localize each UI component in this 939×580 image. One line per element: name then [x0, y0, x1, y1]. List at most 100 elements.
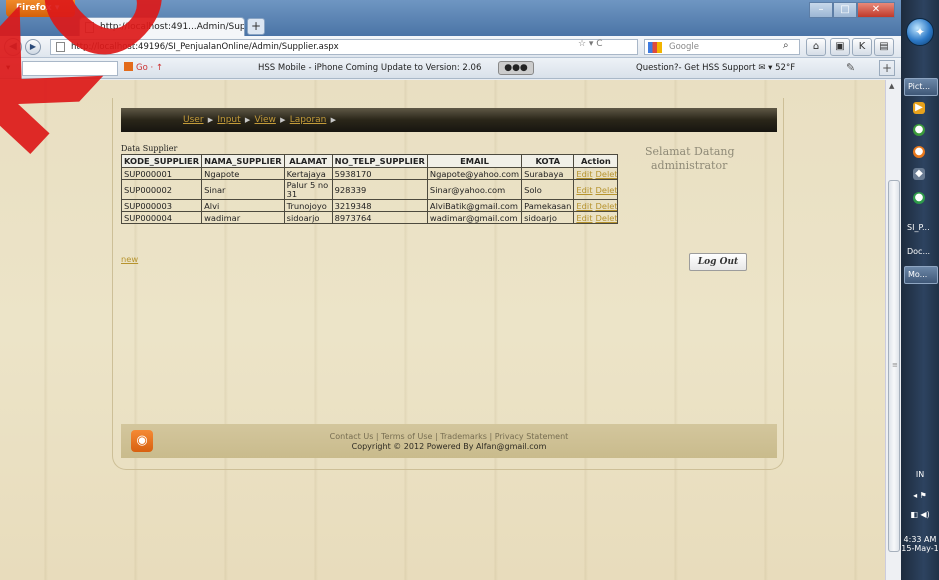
cell-kota: Solo — [521, 179, 575, 200]
forward-icon[interactable]: ▶ — [25, 39, 41, 55]
menu-item-user[interactable]: User — [183, 115, 204, 125]
cell-kode: SUP000002 — [120, 179, 203, 200]
home-icon[interactable]: ⌂ — [806, 38, 826, 56]
language-indicator[interactable]: IN — [901, 470, 939, 479]
cell-alamat: Palur 5 no 31 — [283, 179, 333, 200]
table-row: SUP000001 Ngapote Kertajaya 5938170 Ngap… — [120, 167, 619, 180]
cell-kota: sidoarjo — [521, 211, 575, 224]
delete-link[interactable]: Delete — [595, 213, 616, 223]
column-header: NO_TELP_SUPPLIER — [331, 154, 428, 168]
clock-date[interactable]: 15-May-1 — [901, 544, 939, 553]
edit-link[interactable]: Edit — [576, 169, 592, 179]
vertical-scrollbar[interactable]: ▲ ≡ — [885, 80, 901, 580]
go-button[interactable]: Go · ↑ — [124, 62, 163, 73]
cell-telp: 8973764 — [331, 211, 428, 224]
cell-nama: Ngapote — [201, 167, 285, 180]
column-header: NAMA_SUPPLIER — [201, 154, 285, 168]
app-icon[interactable]: ◆ — [913, 168, 925, 180]
taskbar-item-si-p[interactable]: SI_P... — [904, 220, 938, 238]
close-button[interactable]: ✕ — [857, 2, 895, 18]
table-row: SUP000004 wadimar sidoarjo 8973764 wadim… — [120, 211, 619, 224]
taskbar-item-mo[interactable]: Mo... — [904, 266, 938, 284]
cell-kode: SUP000004 — [120, 211, 203, 224]
green-app-icon[interactable]: ● — [913, 192, 925, 204]
eyes-icon[interactable]: ●●● — [498, 61, 534, 75]
cell-alamat: sidoarjo — [283, 211, 333, 224]
tray-icons[interactable]: ◂ ⚑ — [901, 491, 939, 500]
cell-telp: 928339 — [331, 179, 428, 200]
k-icon[interactable]: K — [852, 38, 872, 56]
cell-email: Sinar@yahoo.com — [426, 179, 523, 200]
page-footer: ◉ Contact Us | Terms of Use | Trademarks… — [121, 424, 777, 458]
arrow-icon: ▶ — [328, 116, 336, 124]
footer-links[interactable]: Contact Us | Terms of Use | Trademarks |… — [121, 432, 777, 442]
bookmarks-toolbar: ▾ Go · ↑ HSS Mobile - iPhone Coming Upda… — [0, 58, 901, 79]
cell-action: EditDelete — [573, 179, 619, 200]
clock-time[interactable]: 4:33 AM — [901, 535, 939, 544]
column-header: Action — [573, 154, 619, 168]
search-icon[interactable]: ⌕ — [783, 40, 789, 51]
menu-icon[interactable]: ▤ — [874, 38, 894, 56]
start-button[interactable]: ✦ — [906, 18, 934, 46]
firefox-menu-button[interactable]: Firefox ▾ — [6, 0, 75, 17]
add-toolbar-icon[interactable]: + — [879, 60, 895, 76]
column-header: EMAIL — [426, 154, 523, 168]
search-input[interactable]: Google — [644, 39, 800, 55]
column-header: KOTA — [521, 154, 575, 168]
volume-icon[interactable]: ◧ ◀) — [901, 510, 939, 519]
welcome-username: administrator — [651, 159, 728, 172]
tab-supplier[interactable]: http://localhost:491...Admin/Supplier.as… — [79, 17, 245, 36]
toolbar-search-input[interactable] — [22, 61, 118, 76]
edit-link[interactable]: Edit — [576, 185, 592, 195]
edit-link[interactable]: Edit — [576, 201, 592, 211]
table-row: SUP000002 Sinar Palur 5 no 31 928339 Sin… — [120, 179, 619, 200]
bookmark-star-reload[interactable]: ☆ ▾ C — [578, 39, 603, 49]
delete-link[interactable]: Delete — [595, 169, 616, 179]
cell-email: Ngapote@yahoo.com — [426, 167, 523, 180]
delete-link[interactable]: Delete — [595, 201, 616, 211]
new-supplier-link[interactable]: new — [121, 254, 138, 264]
main-menu: User ▶ Input ▶ View ▶ Laporan ▶ — [121, 108, 777, 132]
back-icon[interactable]: ◀ — [4, 38, 22, 56]
arrow-icon: ▶ — [205, 116, 216, 124]
wrench-icon[interactable]: ✎ — [846, 61, 855, 74]
media-icon[interactable]: ▶ — [913, 102, 925, 114]
logout-button[interactable]: Log Out — [689, 253, 747, 271]
minimize-button[interactable]: – — [809, 2, 833, 18]
url-bar[interactable]: http://localhost:49196/SI_PenjualanOnlin… — [50, 39, 638, 55]
table-row: SUP000003 Alvi Trunojoyo 3219348 AlviBat… — [120, 199, 619, 212]
cell-email: wadimar@gmail.com — [426, 211, 523, 224]
new-tab-button[interactable]: + — [247, 18, 265, 35]
scroll-up-icon[interactable]: ▲ — [889, 82, 894, 90]
cell-kode: SUP000001 — [120, 167, 203, 180]
bookmark-links[interactable]: HSS Mobile - iPhone Coming Update to Ver… — [258, 63, 481, 73]
dropdown-icon[interactable]: ▾ — [6, 63, 10, 73]
grip-icon: ≡ — [892, 361, 898, 369]
menu-item-laporan[interactable]: Laporan — [290, 115, 327, 125]
menu-item-input[interactable]: Input — [217, 115, 240, 125]
menu-item-view[interactable]: View — [255, 115, 276, 125]
page-icon — [85, 22, 94, 33]
arrow-icon: ▶ — [277, 116, 288, 124]
support-link[interactable]: Question?- Get HSS Support ✉ ▾ 52°F — [636, 63, 795, 73]
addon-icon[interactable]: ▣ — [830, 38, 850, 56]
maximize-button[interactable]: □ — [833, 2, 857, 18]
column-header: KODE_SUPPLIER — [120, 154, 203, 168]
scroll-thumb[interactable]: ≡ — [888, 180, 900, 552]
cell-alamat: Trunojoyo — [283, 199, 333, 212]
delete-link[interactable]: Delete — [595, 185, 616, 195]
chrome-icon[interactable]: ● — [913, 124, 925, 136]
cell-action: EditDelete — [573, 211, 619, 224]
navigation-bar: ◀ ▶ http://localhost:49196/SI_PenjualanO… — [0, 36, 901, 58]
go-label: Go · ↑ — [136, 63, 164, 73]
rss-icon[interactable]: ◉ — [131, 430, 153, 452]
cell-kota: Surabaya — [521, 167, 575, 180]
cell-telp: 5938170 — [331, 167, 428, 180]
windows-taskbar: ✦ Pict... ▶ ● ● ◆ ● SI_P... Doc... Mo...… — [901, 0, 939, 580]
taskbar-item-pict[interactable]: Pict... — [904, 78, 938, 96]
edit-link[interactable]: Edit — [576, 213, 592, 223]
taskbar-item-doc[interactable]: Doc... — [904, 244, 938, 262]
cell-action: EditDelete — [573, 199, 619, 212]
firefox-icon[interactable]: ● — [913, 146, 925, 158]
table-caption: Data Supplier — [121, 144, 178, 153]
